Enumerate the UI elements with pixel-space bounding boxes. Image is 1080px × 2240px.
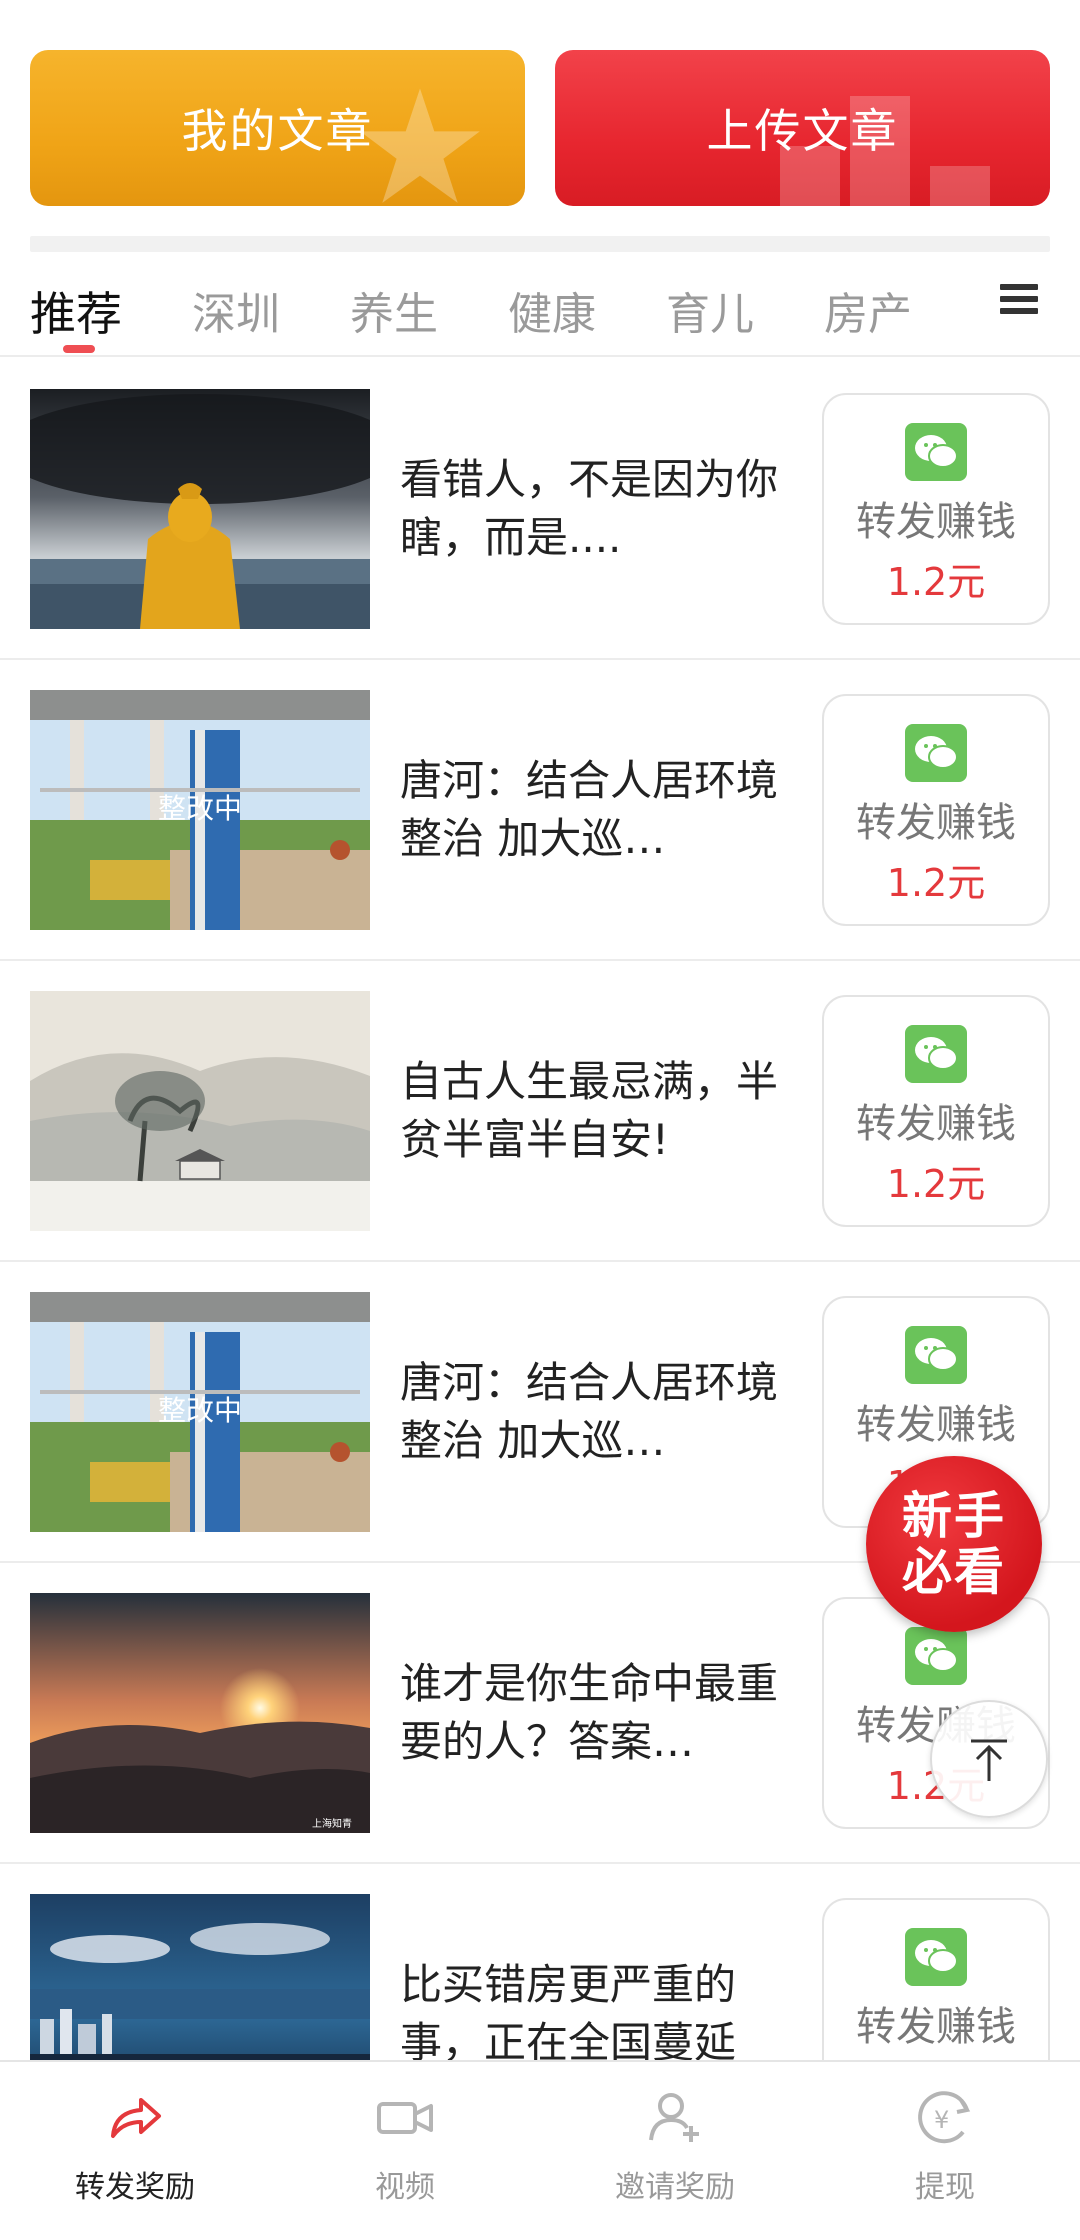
share-label: 转发赚钱 [856,1402,1016,1448]
wechat-icon [905,1928,967,1986]
article-thumbnail: 整改中 [30,1292,370,1532]
nav-video[interactable]: 视频 [270,2062,540,2240]
article-thumbnail [30,991,370,1231]
share-label: 转发赚钱 [856,2004,1016,2050]
reward-amount: 1.2元 [886,861,986,905]
nav-withdraw[interactable]: ¥ 提现 [810,2062,1080,2240]
tab-health[interactable]: 健康 [508,278,596,342]
video-camera-icon [377,2102,433,2134]
newbie-badge-line2: 必看 [902,1543,1006,1601]
share-label: 转发赚钱 [856,499,1016,545]
article-title: 看错人，不是因为你瞎，而是.... [400,455,779,562]
back-to-top-button[interactable] [930,1700,1048,1818]
article-thumbnail [30,389,370,629]
newbie-guide-badge[interactable]: 新手 必看 [866,1456,1042,1632]
upload-article-button[interactable]: 上传文章 [555,50,1050,206]
article-list: 看错人，不是因为你瞎，而是.... 转发赚钱 1.2元 整改中 唐河：结合人居环… [0,359,1080,2165]
nav-label: 视频 [375,2170,435,2205]
divider-strip [30,236,1050,252]
bottom-nav: 转发奖励 视频 邀请奖励 ¥ 提现 [0,2060,1080,2240]
upload-article-label: 上传文章 [706,104,899,158]
article-title: 自古人生最忌满，半贫半富半自安! [400,1057,779,1164]
tab-parenting[interactable]: 育儿 [666,278,754,342]
article-title: 唐河：结合人居环境整治 加大巡… [400,756,779,863]
withdraw-yuan-icon: ¥ [918,2091,971,2144]
list-item[interactable]: 看错人，不是因为你瞎，而是.... 转发赚钱 1.2元 [0,359,1080,660]
wechat-icon [905,724,967,782]
list-item[interactable]: 自古人生最忌满，半贫半富半自安! 转发赚钱 1.2元 [0,961,1080,1262]
list-item[interactable]: 整改中 唐河：结合人居环境整治 加大巡… 转发赚钱 1.2元 [0,660,1080,961]
article-thumbnail: 上海知青 [30,1593,370,1833]
wechat-icon [905,423,967,481]
article-title: 谁才是你生命中最重要的人？答案… [400,1659,779,1766]
invite-user-icon [649,2093,699,2142]
share-label: 转发赚钱 [856,1101,1016,1147]
share-arrow-icon [111,2098,161,2138]
my-articles-button[interactable]: 我的文章 [30,50,525,206]
active-tab-indicator [63,345,95,353]
wechat-icon [905,1326,967,1384]
tab-health-care[interactable]: 养生 [350,278,438,342]
my-articles-label: 我的文章 [181,104,374,158]
arrow-up-icon [971,1739,1007,1781]
nav-label: 提现 [915,2170,975,2205]
top-banners: 我的文章 上传文章 [30,50,1050,206]
tab-shenzhen[interactable]: 深圳 [192,278,280,342]
menu-icon[interactable] [1000,284,1038,318]
thumbnail-overlay-text: 整改中 [158,1394,242,1427]
thumbnail-overlay-text: 整改中 [158,792,242,825]
page: 我的文章 上传文章 推荐 深圳 养生 健康 育儿 房产 看错人，不是因为你瞎，而… [0,0,1080,2240]
tab-recommend[interactable]: 推荐 [30,278,122,344]
nav-label: 转发奖励 [75,2170,195,2205]
newbie-badge-line1: 新手 [902,1487,1006,1545]
share-earn-button[interactable]: 转发赚钱 1.2元 [822,995,1050,1227]
reward-amount: 1.2元 [886,560,986,604]
share-earn-button[interactable]: 转发赚钱 1.2元 [822,393,1050,625]
nav-share-reward[interactable]: 转发奖励 [0,2062,270,2240]
category-tabs: 推荐 深圳 养生 健康 育儿 房产 [0,272,1080,357]
share-earn-button[interactable]: 转发赚钱 1.2元 [822,694,1050,926]
tab-real-estate[interactable]: 房产 [824,278,912,342]
wechat-icon [905,1025,967,1083]
nav-label: 邀请奖励 [615,2170,735,2205]
share-label: 转发赚钱 [856,800,1016,846]
reward-amount: 1.2元 [886,1162,986,1206]
article-title: 唐河：结合人居环境整治 加大巡… [400,1358,779,1465]
article-thumbnail: 整改中 [30,690,370,930]
thumbnail-watermark: 上海知青 [312,1817,352,1830]
svg-text:¥: ¥ [934,2106,949,2134]
wechat-icon [905,1627,967,1685]
nav-invite-reward[interactable]: 邀请奖励 [540,2062,810,2240]
